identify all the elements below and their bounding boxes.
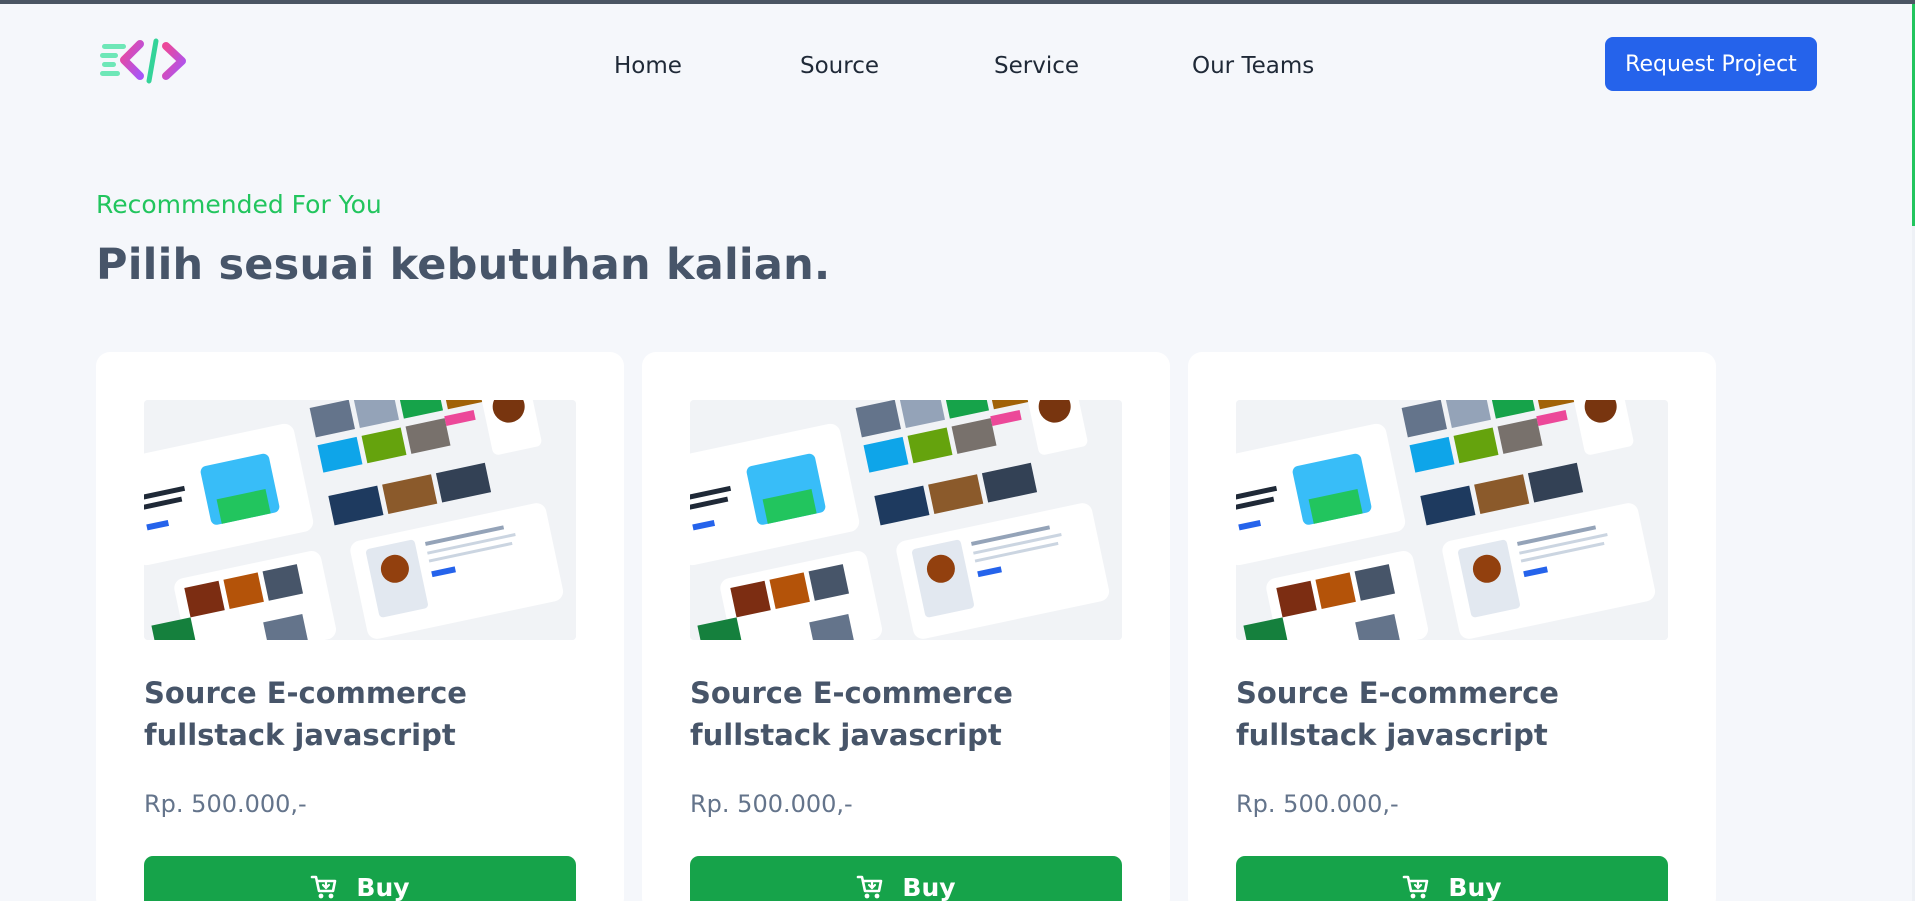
cart-icon bbox=[1403, 875, 1429, 899]
website-mockup-image bbox=[690, 400, 1122, 640]
section-headline: Pilih sesuai kebutuhan kalian. bbox=[96, 240, 831, 290]
buy-button[interactable]: Buy bbox=[144, 856, 576, 901]
buy-button[interactable]: Buy bbox=[690, 856, 1122, 901]
product-card: Source E-commerce fullstack javascript R… bbox=[642, 352, 1170, 901]
buy-button-label: Buy bbox=[356, 872, 410, 901]
product-card: Source E-commerce fullstack javascript R… bbox=[96, 352, 624, 901]
buy-button-label: Buy bbox=[1448, 872, 1502, 901]
nav-link-our-teams[interactable]: Our Teams bbox=[1192, 48, 1314, 84]
product-title: Source E-commerce fullstack javascript bbox=[690, 676, 1013, 752]
product-title: Source E-commerce fullstack javascript bbox=[1236, 676, 1559, 752]
website-mockup-image bbox=[144, 400, 576, 640]
buy-button[interactable]: Buy bbox=[1236, 856, 1668, 901]
product-thumbnail[interactable] bbox=[1236, 400, 1668, 640]
product-thumbnail[interactable] bbox=[144, 400, 576, 640]
buy-button-label: Buy bbox=[902, 872, 956, 901]
website-mockup-image bbox=[1236, 400, 1668, 640]
cart-icon bbox=[857, 875, 883, 899]
product-title: Source E-commerce fullstack javascript bbox=[144, 676, 467, 752]
product-card: Source E-commerce fullstack javascript R… bbox=[1188, 352, 1716, 901]
nav-link-source[interactable]: Source bbox=[800, 48, 879, 84]
cart-icon bbox=[311, 875, 337, 899]
nav-link-home[interactable]: Home bbox=[614, 48, 682, 84]
product-price: Rp. 500.000,- bbox=[144, 790, 307, 818]
section-eyebrow: Recommended For You bbox=[96, 190, 382, 219]
nav-link-service[interactable]: Service bbox=[994, 48, 1079, 84]
product-price: Rp. 500.000,- bbox=[690, 790, 853, 818]
product-thumbnail[interactable] bbox=[690, 400, 1122, 640]
request-project-button[interactable]: Request Project bbox=[1605, 37, 1817, 91]
navbar: Home Source Service Our Teams Request Pr… bbox=[0, 0, 1915, 130]
product-price: Rp. 500.000,- bbox=[1236, 790, 1399, 818]
